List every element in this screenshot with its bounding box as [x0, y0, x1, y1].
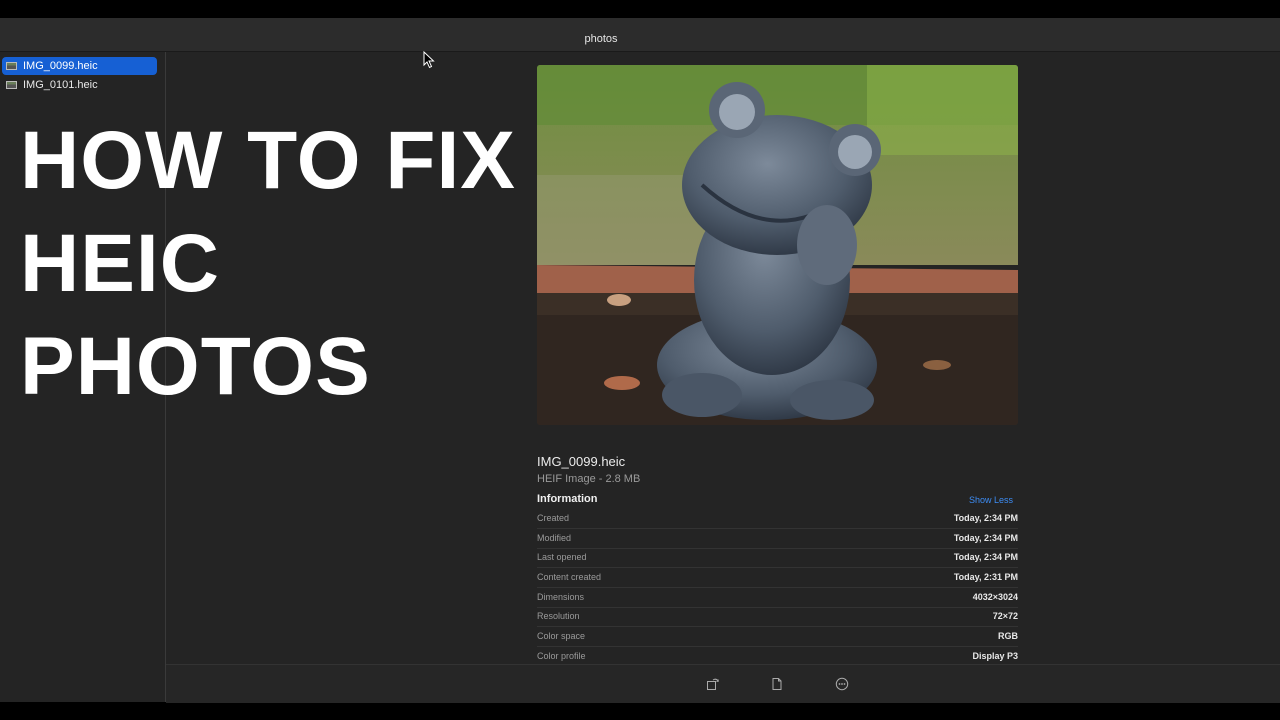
info-value: 4032×3024: [972, 592, 1018, 602]
title-bar: photos: [0, 18, 1280, 52]
info-value: Today, 2:31 PM: [953, 572, 1018, 582]
info-value: Today, 2:34 PM: [953, 552, 1018, 562]
info-value: Today, 2:34 PM: [953, 533, 1018, 543]
frog-statue-photo: [537, 65, 1018, 425]
image-preview: [537, 65, 1018, 425]
info-key: Modified: [537, 533, 572, 543]
rotate-icon[interactable]: [706, 677, 720, 691]
info-row-color-space: Color space RGB: [537, 627, 1018, 647]
file-item-img-0099[interactable]: IMG_0099.heic: [2, 57, 157, 75]
information-heading: Information: [537, 493, 598, 505]
file-item-label: IMG_0099.heic: [23, 60, 98, 72]
info-row-content-created: Content created Today, 2:31 PM: [537, 568, 1018, 588]
info-key: Created: [537, 513, 570, 523]
image-file-icon: [6, 81, 17, 89]
info-key: Color space: [537, 631, 586, 641]
info-row-dimensions: Dimensions 4032×3024: [537, 588, 1018, 608]
info-row-resolution: Resolution 72×72: [537, 607, 1018, 627]
info-value: RGB: [998, 631, 1018, 641]
info-key: Dimensions: [537, 592, 585, 602]
document-icon[interactable]: [770, 677, 784, 691]
file-item-img-0101[interactable]: IMG_0101.heic: [2, 76, 157, 94]
more-icon[interactable]: [835, 677, 849, 691]
info-row-modified: Modified Today, 2:34 PM: [537, 529, 1018, 549]
info-key: Content created: [537, 572, 602, 582]
bottom-toolbar: [166, 664, 1280, 703]
file-type: HEIF Image - 2.8 MB: [537, 473, 641, 485]
mouse-pointer-icon: [423, 50, 435, 74]
info-key: Resolution: [537, 611, 580, 621]
info-value: 72×72: [992, 611, 1018, 621]
show-less-link[interactable]: Show Less: [969, 495, 1013, 505]
file-name: IMG_0099.heic: [537, 454, 626, 469]
overlay-headline-line-2: HEIC: [20, 218, 220, 309]
info-key: Color profile: [537, 651, 586, 661]
overlay-headline-line-3: PHOTOS: [20, 321, 371, 412]
info-value: Today, 2:34 PM: [953, 513, 1018, 523]
info-row-last-opened: Last opened Today, 2:34 PM: [537, 548, 1018, 568]
info-key: Last opened: [537, 552, 587, 562]
window-title: photos: [584, 33, 618, 45]
file-item-label: IMG_0101.heic: [23, 79, 98, 91]
image-file-icon: [6, 62, 17, 70]
overlay-headline-line-1: HOW TO FIX: [20, 115, 516, 206]
info-value: Display P3: [972, 651, 1018, 661]
info-row-created: Created Today, 2:34 PM: [537, 509, 1018, 529]
